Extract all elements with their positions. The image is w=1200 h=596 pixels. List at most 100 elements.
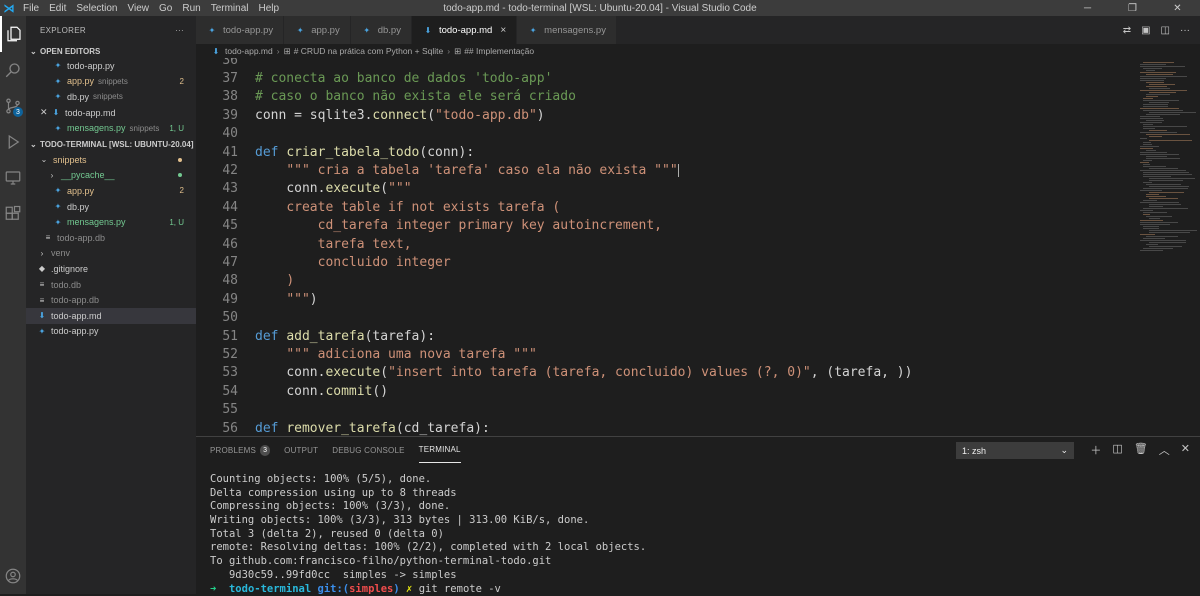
tab-problems[interactable]: PROBLEMS 3 <box>210 437 270 463</box>
file-item[interactable]: ◆ .gitignore <box>26 261 196 277</box>
chevron-right-icon: › <box>447 46 450 56</box>
file-item[interactable]: ≡ todo-app.db <box>26 292 196 308</box>
workspace-header[interactable]: ⌄ TODO-TERMINAL [WSL: UBUNTU-20.04] <box>26 138 196 152</box>
restore-icon[interactable]: ❐ <box>1110 0 1155 16</box>
tab-terminal[interactable]: TERMINAL <box>419 437 461 463</box>
chevron-right-icon: › <box>46 171 58 180</box>
problems-count-badge: 3 <box>260 445 270 456</box>
menu-view[interactable]: View <box>123 3 155 14</box>
file-item-selected[interactable]: ⬇ todo-app.md <box>26 308 196 324</box>
more-actions-icon[interactable]: ··· <box>175 26 184 35</box>
account-icon[interactable] <box>0 558 26 594</box>
code-editor[interactable]: 36 37# conecta ao banco de dados 'todo-a… <box>196 58 1200 436</box>
open-editor-item[interactable]: ✦ app.py snippets 2 <box>26 74 196 90</box>
code-line: 44 create table if not exists tarefa ( <box>196 198 1136 216</box>
open-editor-item[interactable]: ✦ todo-app.py <box>26 58 196 74</box>
minimap-line <box>1149 180 1183 181</box>
search-icon[interactable] <box>0 52 26 88</box>
code-line: 45 cd_tarefa integer primary key autoinc… <box>196 217 1136 235</box>
tab-todo-app-md[interactable]: ⬇ todo-app.md × <box>412 16 517 44</box>
code-line: 53 conn.execute("insert into tarefa (tar… <box>196 364 1136 382</box>
open-editor-item[interactable]: ✦ db.py snippets <box>26 89 196 105</box>
window-title: todo-app.md - todo-terminal [WSL: Ubuntu… <box>443 3 756 14</box>
python-file-icon: ✦ <box>361 26 373 35</box>
breadcrumb: ⬇ todo-app.md › ⊞ # CRUD na prática com … <box>196 44 1200 58</box>
file-item[interactable]: ✦ todo-app.py <box>26 324 196 340</box>
trash-icon[interactable]: 🗑 <box>1134 442 1148 458</box>
menu-run[interactable]: Run <box>177 3 205 14</box>
folder-snippets[interactable]: ⌄ snippets <box>26 152 196 168</box>
remote-explorer-icon[interactable] <box>0 160 26 196</box>
markdown-file-icon: ⬇ <box>50 108 62 117</box>
menu-terminal[interactable]: Terminal <box>206 3 254 14</box>
breadcrumb-file[interactable]: todo-app.md <box>225 46 273 56</box>
explorer-icon[interactable] <box>0 16 26 52</box>
close-editor-icon[interactable]: ✕ <box>40 107 50 118</box>
tab-app-py[interactable]: ✦ app.py <box>284 16 351 44</box>
python-file-icon: ✦ <box>52 186 64 195</box>
run-debug-icon[interactable] <box>0 124 26 160</box>
code-line: 43 conn.execute(""" <box>196 180 1136 198</box>
breadcrumb-heading-1[interactable]: # CRUD na prática com Python + Sqlite <box>294 46 444 56</box>
activity-bar: 3 <box>0 16 26 594</box>
menu-file[interactable]: File <box>18 3 44 14</box>
tab-db-py[interactable]: ✦ db.py <box>351 16 412 44</box>
open-editor-item[interactable]: ✦ mensagens.py snippets 1, U <box>26 120 196 136</box>
file-item[interactable]: ✦ mensagens.py 1, U <box>26 214 196 230</box>
open-editors-header[interactable]: ⌄ OPEN EDITORS <box>26 44 196 58</box>
open-changes-icon[interactable]: ⇄ <box>1123 25 1131 36</box>
folder-venv[interactable]: › venv <box>26 246 196 262</box>
terminal-line: remote: Resolving deltas: 100% (2/2), co… <box>210 541 646 555</box>
more-actions-icon[interactable]: ··· <box>1180 25 1190 36</box>
status-badge: 1, U <box>169 124 184 133</box>
terminal-select[interactable]: 1: zsh ⌄ <box>956 442 1074 459</box>
open-editor-item-active[interactable]: ✕ ⬇ todo-app.md <box>26 105 196 121</box>
split-terminal-icon[interactable]: ◫ <box>1112 442 1122 458</box>
untracked-dot-icon <box>178 173 182 177</box>
menu-go[interactable]: Go <box>154 3 177 14</box>
python-file-icon: ✦ <box>52 218 64 227</box>
tab-output[interactable]: OUTPUT <box>284 437 318 463</box>
chevron-right-icon: › <box>277 46 280 56</box>
open-preview-icon[interactable]: ▣ <box>1141 25 1150 36</box>
close-window-icon[interactable]: ✕ <box>1155 0 1200 16</box>
menu-selection[interactable]: Selection <box>71 3 122 14</box>
maximize-panel-icon[interactable]: ︿ <box>1159 442 1170 458</box>
terminal-output[interactable]: Counting objects: 100% (5/5), done. Delt… <box>210 473 646 596</box>
python-file-icon: ✦ <box>206 26 218 35</box>
python-file-icon: ✦ <box>52 61 64 70</box>
tab-todo-app-py[interactable]: ✦ todo-app.py <box>196 16 284 44</box>
terminal-line: Compressing objects: 100% (3/3), done. <box>210 500 646 514</box>
minimap-line <box>1140 138 1147 139</box>
code-line: 42 """ cria a tabela 'tarefa' caso ela n… <box>196 161 1136 179</box>
file-item[interactable]: ≡ todo-app.db <box>26 230 196 246</box>
minimize-icon[interactable]: ─ <box>1065 0 1110 16</box>
close-tab-icon[interactable]: × <box>500 25 506 36</box>
menu-help[interactable]: Help <box>254 3 285 14</box>
python-file-icon: ✦ <box>52 124 64 133</box>
breadcrumb-heading-2[interactable]: ## Implementação <box>464 46 534 56</box>
code-line: 56def remover_tarefa(cd_tarefa): <box>196 419 1136 436</box>
file-item[interactable]: ✦ db.py <box>26 199 196 215</box>
chevron-down-icon: ⌄ <box>1060 445 1068 456</box>
title-bar: ⋊ File Edit Selection View Go Run Termin… <box>0 0 1200 16</box>
file-item[interactable]: ≡ todo.db <box>26 277 196 293</box>
tab-debug-console[interactable]: DEBUG CONSOLE <box>332 437 404 463</box>
close-panel-icon[interactable]: ✕ <box>1181 442 1190 458</box>
code-line: 41def criar_tabela_todo(conn): <box>196 143 1136 161</box>
bottom-panel: PROBLEMS 3 OUTPUT DEBUG CONSOLE TERMINAL… <box>196 436 1200 594</box>
tab-mensagens-py[interactable]: ✦ mensagens.py <box>517 16 617 44</box>
source-control-icon[interactable]: 3 <box>0 88 26 124</box>
new-terminal-icon[interactable]: ＋ <box>1090 442 1101 458</box>
menu-edit[interactable]: Edit <box>44 3 71 14</box>
split-editor-icon[interactable]: ◫ <box>1161 25 1170 36</box>
minimap[interactable] <box>1136 58 1200 436</box>
extensions-icon[interactable] <box>0 196 26 232</box>
terminal-line: 9d30c59..99fd0cc simples -> simples <box>210 569 646 583</box>
markdown-heading-icon: ⊞ <box>454 46 461 57</box>
file-item[interactable]: ✦ app.py 2 <box>26 183 196 199</box>
minimap-line <box>1149 140 1192 141</box>
code-line: 38# caso o banco não exista ele será cri… <box>196 88 1136 106</box>
explorer-title: EXPLORER <box>40 26 86 35</box>
folder-pycache[interactable]: › __pycache__ <box>26 168 196 184</box>
